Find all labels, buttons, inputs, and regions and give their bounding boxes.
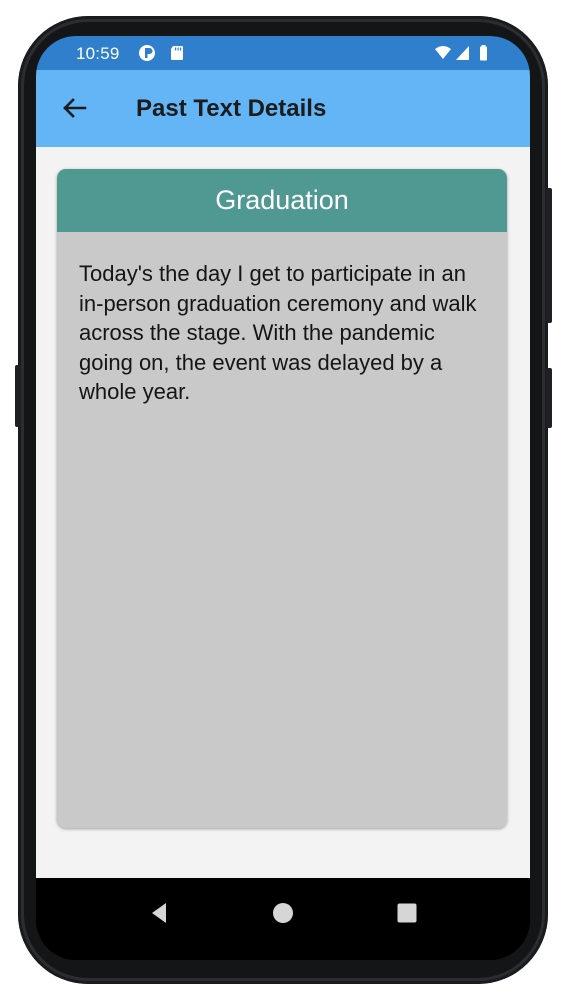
- wifi-icon: [435, 46, 451, 59]
- status-bar: 10:59: [36, 36, 530, 70]
- status-time: 10:59: [76, 44, 120, 63]
- text-detail-card: Graduation Today's the day I get to part…: [57, 169, 507, 828]
- content-area: Graduation Today's the day I get to part…: [36, 147, 530, 878]
- volume-button: [15, 365, 21, 427]
- home-circle-icon[interactable]: [268, 898, 298, 928]
- app-bar: Past Text Details: [36, 70, 530, 147]
- back-arrow-icon[interactable]: [58, 92, 90, 124]
- card-title: Graduation: [57, 169, 507, 232]
- battery-icon: [480, 45, 487, 61]
- side-button: [546, 368, 552, 428]
- card-body-text: Today's the day I get to participate in …: [79, 261, 477, 404]
- page-title: Past Text Details: [136, 95, 327, 122]
- signal-icon: [456, 46, 469, 60]
- sd-card-icon: [171, 46, 183, 60]
- device-screen: 10:59 Past Text Details Graduation Today…: [36, 36, 530, 960]
- recents-square-icon[interactable]: [392, 898, 422, 928]
- system-nav-bar: [36, 878, 530, 960]
- power-button: [546, 188, 552, 323]
- data-saver-icon: [139, 45, 155, 61]
- back-triangle-icon[interactable]: [144, 898, 174, 928]
